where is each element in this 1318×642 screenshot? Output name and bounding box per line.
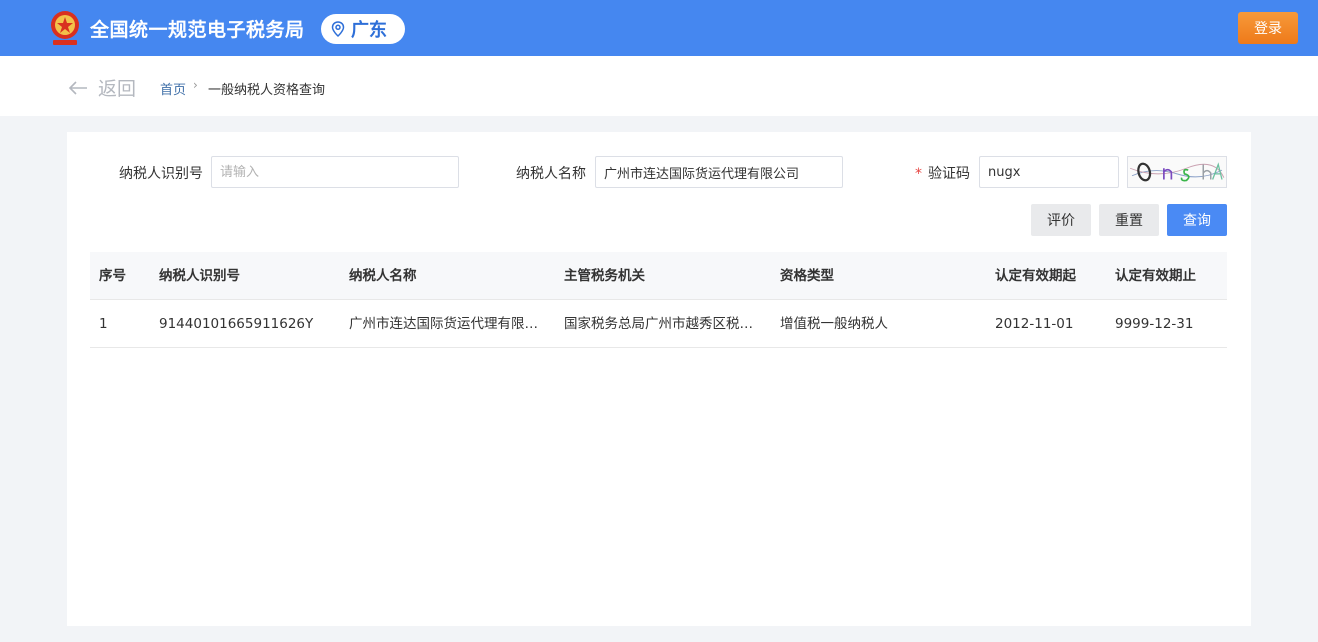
col-header-tax-authority: 主管税务机关 — [564, 268, 645, 284]
col-header-taxpayer-name: 纳税人名称 — [349, 268, 417, 284]
national-emblem-icon — [51, 11, 79, 45]
back-label: 返回 — [98, 78, 137, 100]
login-button[interactable]: 登录 — [1238, 12, 1298, 44]
region-selector[interactable]: 广东 — [321, 14, 405, 44]
breadcrumb-current: 一般纳税人资格查询 — [208, 83, 326, 98]
col-header-taxpayer-id: 纳税人识别号 — [159, 268, 240, 284]
required-mark: * — [915, 166, 922, 182]
taxpayer-id-input[interactable] — [211, 156, 459, 188]
col-header-valid-to: 认定有效期止 — [1115, 268, 1196, 284]
table-row[interactable]: 1 91440101665911626Y 广州市连达国际货运代理有限公司 国家税… — [90, 300, 1227, 348]
evaluate-button[interactable]: 评价 — [1031, 204, 1091, 236]
taxpayer-id-label: 纳税人识别号 — [119, 166, 203, 182]
top-header: 全国统一规范电子税务局 广东 登录 — [0, 0, 1318, 56]
query-panel: 纳税人识别号 纳税人名称 * 验证码 评价 重置 查询 序号 纳税人识别号 纳税人… — [67, 132, 1251, 626]
breadcrumb-separator: › — [193, 78, 198, 92]
col-header-index: 序号 — [99, 268, 126, 284]
query-button[interactable]: 查询 — [1167, 204, 1227, 236]
breadcrumb-home-link[interactable]: 首页 — [160, 79, 186, 98]
results-table: 序号 纳税人识别号 纳税人名称 主管税务机关 资格类型 认定有效期起 认定有效期… — [90, 252, 1227, 348]
cell-valid-to: 9999-12-31 — [1115, 316, 1194, 332]
cell-valid-from: 2012-11-01 — [995, 316, 1074, 332]
taxpayer-name-label: 纳税人名称 — [516, 166, 586, 182]
captcha-label: 验证码 — [928, 166, 970, 182]
taxpayer-name-input[interactable] — [595, 156, 843, 188]
cell-qualification-type: 增值税一般纳税人 — [780, 316, 888, 332]
region-name: 广东 — [351, 20, 387, 41]
captcha-label-wrap: * 验证码 — [915, 163, 970, 183]
cell-taxpayer-id: 91440101665911626Y — [159, 316, 314, 332]
captcha-image[interactable] — [1127, 156, 1227, 188]
table-header: 序号 纳税人识别号 纳税人名称 主管税务机关 资格类型 认定有效期起 认定有效期… — [90, 252, 1227, 300]
col-header-valid-from: 认定有效期起 — [995, 268, 1076, 284]
cell-tax-authority: 国家税务总局广州市越秀区税务局 — [564, 316, 760, 332]
col-header-qualification-type: 资格类型 — [780, 268, 834, 284]
reset-button[interactable]: 重置 — [1099, 204, 1159, 236]
cell-index: 1 — [99, 316, 108, 332]
captcha-input[interactable] — [979, 156, 1119, 188]
breadcrumb-bar: 返回 首页 › 一般纳税人资格查询 — [0, 56, 1318, 116]
cell-taxpayer-name: 广州市连达国际货运代理有限公司 — [349, 316, 545, 332]
location-pin-icon — [331, 21, 345, 37]
arrow-left-icon — [68, 80, 87, 95]
site-title: 全国统一规范电子税务局 — [90, 19, 305, 41]
back-button[interactable]: 返回 — [68, 74, 136, 101]
